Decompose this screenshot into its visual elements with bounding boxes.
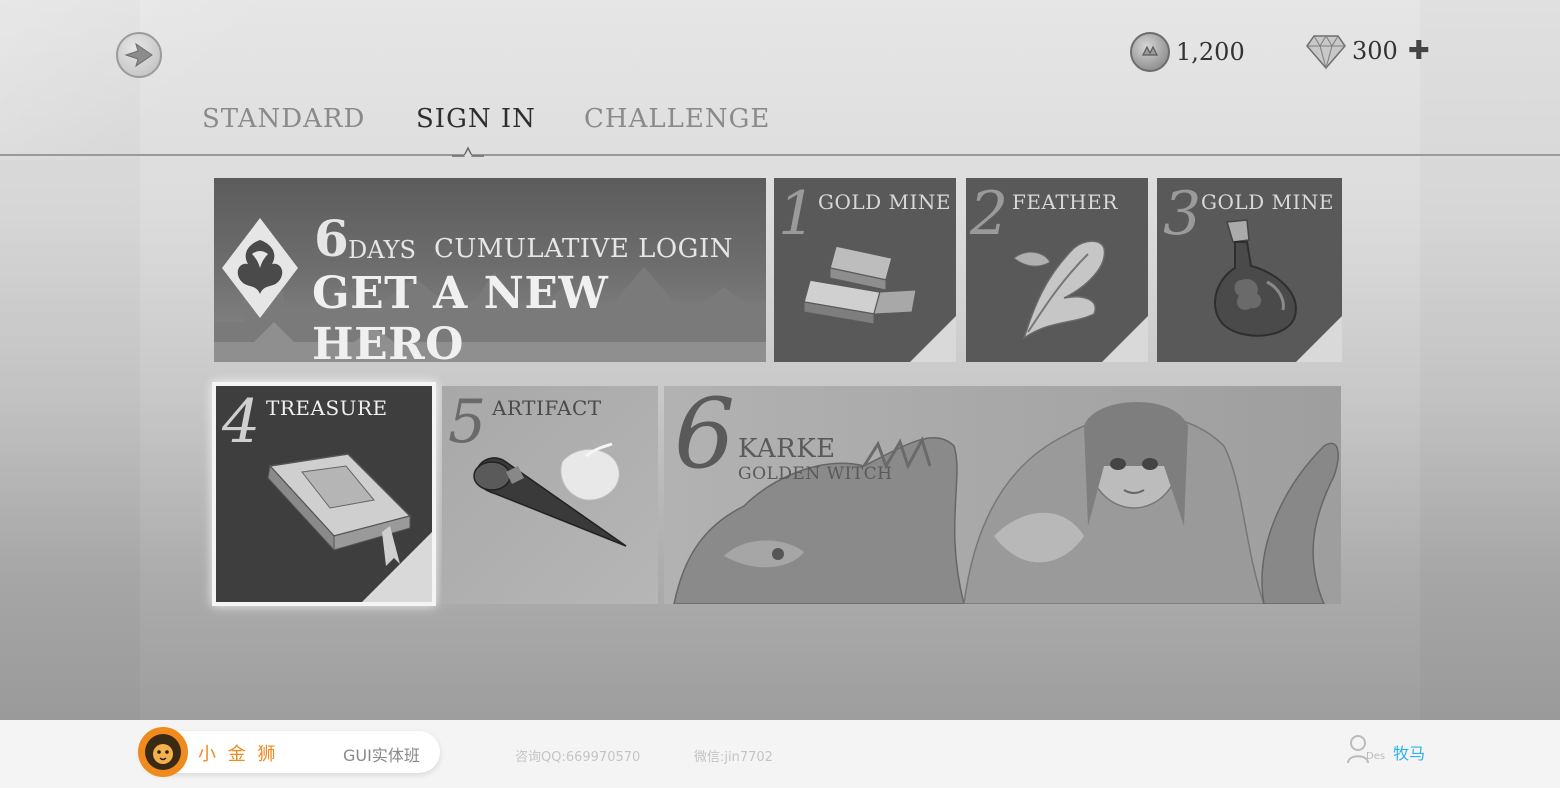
hero-emblem-icon [222, 218, 298, 318]
reward-card-day-1[interactable]: 1 GOLD MINE [774, 178, 956, 362]
lion-logo-icon [138, 727, 188, 777]
reward-name: GOLD MINE [818, 190, 952, 214]
card-corner [910, 316, 956, 362]
footer-bar: 小 金 狮 GUI实体班 咨询QQ:669970570 微信:jin7702 D… [0, 720, 1560, 788]
author-tag: Des [1366, 751, 1386, 762]
gem-balance: 300 ✚ [1306, 32, 1430, 70]
tab-bar: STANDARD SIGN IN CHALLENGE [0, 100, 1560, 156]
reward-name: TREASURE [266, 396, 388, 420]
banner-subtitle: CUMULATIVE LOGIN [434, 234, 733, 264]
contact-wechat: 微信:jin7702 [694, 750, 773, 765]
hero-subtitle: GOLDEN WITCH [738, 464, 893, 484]
coin-balance: 1,200 [1130, 32, 1245, 72]
gem-count: 300 [1352, 37, 1398, 65]
card-corner [1296, 316, 1342, 362]
potion-icon [1214, 219, 1297, 337]
coin-icon [1130, 32, 1170, 72]
reward-card-day-3[interactable]: 3 GOLD MINE [1157, 178, 1342, 362]
tab-challenge[interactable]: CHALLENGE [584, 104, 770, 134]
day-number: 6 [674, 386, 736, 490]
day-number: 2 [970, 179, 1009, 249]
banner-title: GET A NEW HERO [312, 268, 609, 362]
reward-name: FEATHER [1012, 190, 1118, 214]
add-gems-icon[interactable]: ✚ [1408, 38, 1430, 64]
card-corner [1102, 316, 1148, 362]
hero-name: KARKE [738, 434, 836, 464]
gem-icon [1306, 35, 1346, 70]
brand-class: GUI实体班 [343, 746, 420, 765]
reward-card-day-6[interactable]: 6 KARKE GOLDEN WITCH [664, 386, 1341, 604]
arrow-left-icon [124, 42, 153, 68]
reward-name: ARTIFACT [492, 396, 602, 420]
coin-count: 1,200 [1176, 38, 1245, 66]
author-name: 牧马 [1393, 744, 1426, 763]
brand-name: 小 金 狮 [198, 744, 279, 765]
day-number: 4 [222, 387, 261, 457]
reward-card-day-2[interactable]: 2 FEATHER [966, 178, 1148, 362]
tab-standard[interactable]: STANDARD [202, 104, 365, 134]
active-tab-marker-icon [452, 146, 484, 157]
tab-divider [0, 154, 1560, 156]
contact-qq: 咨询QQ:669970570 [515, 750, 641, 765]
day-number: 3 [1163, 179, 1202, 249]
golden-witch-hero-art [673, 401, 1339, 604]
banner-days-number: 6 [314, 209, 349, 268]
author-credit: Des 牧马 [1346, 734, 1425, 764]
feather-icon [1013, 240, 1106, 340]
card-corner [362, 532, 432, 602]
back-button[interactable] [116, 32, 162, 78]
hero-login-banner[interactable]: 6 DAYS CUMULATIVE LOGIN GET A NEW HERO [214, 178, 766, 362]
reward-name: GOLD MINE [1201, 190, 1335, 214]
reward-card-day-5[interactable]: 5 ARTIFACT [442, 386, 658, 604]
banner-days-label: DAYS [348, 236, 416, 264]
artifact-horn-icon [473, 442, 627, 547]
gold-bars-icon [803, 245, 917, 325]
tab-sign-in[interactable]: SIGN IN [416, 104, 536, 134]
day-number: 1 [778, 179, 817, 249]
game-screen: 1,200 300 ✚ STANDARD SIGN IN CHALLENGE 6… [0, 0, 1560, 720]
reward-card-day-4[interactable]: 4 TREASURE [212, 382, 436, 606]
